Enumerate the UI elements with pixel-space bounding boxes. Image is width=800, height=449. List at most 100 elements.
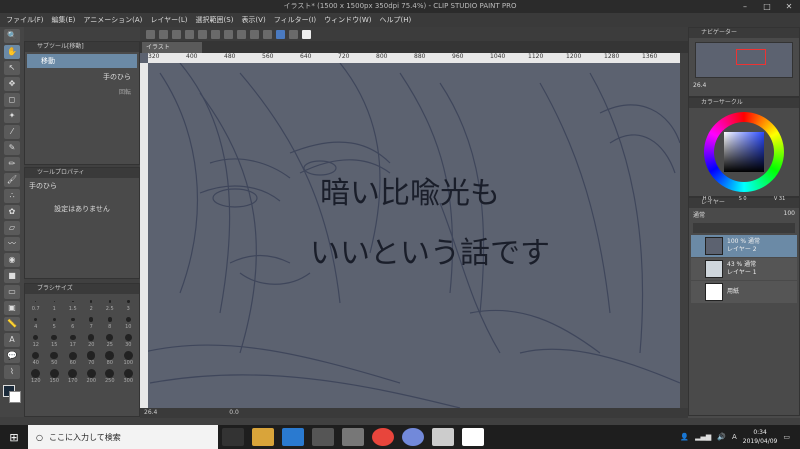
chrome-icon[interactable]: [372, 428, 394, 446]
hand-tool-icon[interactable]: ✋: [4, 45, 20, 59]
close-button[interactable]: ✕: [778, 0, 800, 13]
brush-tool-icon[interactable]: 🖌: [4, 173, 20, 187]
zoom-tool-icon[interactable]: 🔍: [4, 29, 20, 43]
brush-size-cell[interactable]: 60: [65, 351, 81, 366]
menu-view[interactable]: 表示(V): [241, 15, 265, 25]
itunes-icon[interactable]: [432, 428, 454, 446]
gradient-tool-icon[interactable]: ■: [4, 269, 20, 283]
brush-size-cell[interactable]: 300: [121, 369, 137, 384]
menu-file[interactable]: ファイル(F): [6, 15, 44, 25]
clip-studio-taskbar-icon[interactable]: [342, 428, 364, 446]
brush-size-cell[interactable]: 2: [84, 297, 100, 312]
layer-row[interactable]: 43 % 通常 レイヤー 1: [691, 258, 797, 280]
windows-start-icon[interactable]: ⊞: [0, 425, 28, 449]
decoration-tool-icon[interactable]: ✿: [4, 205, 20, 219]
brush-size-cell[interactable]: 7: [84, 315, 100, 330]
brush-size-cell[interactable]: 5: [47, 315, 63, 330]
people-icon[interactable]: 👤: [680, 433, 689, 441]
brush-size-cell[interactable]: 40: [28, 351, 44, 366]
pencil-tool-icon[interactable]: ✏: [4, 157, 20, 171]
figure-tool-icon[interactable]: ▭: [4, 285, 20, 299]
subtool-move[interactable]: 移動: [27, 54, 137, 68]
nav-zoom[interactable]: 26.4: [689, 82, 799, 89]
brush-size-cell[interactable]: 70: [84, 351, 100, 366]
eyedropper-tool-icon[interactable]: ⁄: [4, 125, 20, 139]
brush-size-cell[interactable]: 25: [102, 333, 118, 348]
menu-selection[interactable]: 選択範囲(S): [196, 15, 234, 25]
brush-size-cell[interactable]: 1.5: [65, 297, 81, 312]
brush-size-cell[interactable]: 1: [47, 297, 63, 312]
taskbar-search[interactable]: ○ ここに入力して検索: [28, 425, 218, 449]
task-view-icon[interactable]: [222, 428, 244, 446]
brush-size-cell[interactable]: 30: [121, 333, 137, 348]
snap-grid-icon[interactable]: [289, 29, 298, 39]
redo-icon[interactable]: [211, 29, 220, 39]
blend-tool-icon[interactable]: 〰: [4, 237, 20, 251]
taskbar-clock[interactable]: 0:34 2019/04/09: [743, 428, 778, 446]
transform-icon[interactable]: [237, 29, 246, 39]
balloon-tool-icon[interactable]: 💬: [4, 349, 20, 363]
brush-size-cell[interactable]: 50: [47, 351, 63, 366]
discord-icon[interactable]: [402, 428, 424, 446]
snap-ruler-icon[interactable]: [276, 29, 285, 39]
pen-tool-icon[interactable]: ✎: [4, 141, 20, 155]
opacity-value[interactable]: 100: [784, 210, 795, 219]
menu-help[interactable]: ヘルプ(H): [379, 15, 411, 25]
saturation-value-square[interactable]: [724, 132, 764, 172]
mail-icon[interactable]: [312, 428, 334, 446]
brush-size-cell[interactable]: 8: [102, 315, 118, 330]
selection-tool-icon[interactable]: ◻: [4, 93, 20, 107]
brush-size-cell[interactable]: 10: [121, 315, 137, 330]
blend-mode-select[interactable]: 通常: [693, 210, 705, 219]
fill-tool-icon[interactable]: ◉: [4, 253, 20, 267]
canvas-area[interactable]: 暗い比喩光も いいという話です: [140, 53, 680, 408]
brush-size-cell[interactable]: 6: [65, 315, 81, 330]
frame-tool-icon[interactable]: ▣: [4, 301, 20, 315]
operation-tool-icon[interactable]: ↖: [4, 61, 20, 75]
correct-line-tool-icon[interactable]: ⌇: [4, 365, 20, 379]
invert-selection-icon[interactable]: [263, 29, 272, 39]
brush-size-cell[interactable]: 120: [28, 369, 44, 384]
brush-size-cell[interactable]: 3: [121, 297, 137, 312]
eraser-tool-icon[interactable]: ▱: [4, 221, 20, 235]
menu-animation[interactable]: アニメーション(A): [83, 15, 142, 25]
ruler-tool-icon[interactable]: 📏: [4, 317, 20, 331]
brush-size-cell[interactable]: 20: [84, 333, 100, 348]
menu-layer[interactable]: レイヤー(L): [150, 15, 187, 25]
network-icon[interactable]: ▂▄▆: [695, 433, 711, 441]
new-file-icon[interactable]: [159, 29, 168, 39]
menu-filter[interactable]: フィルター(I): [274, 15, 316, 25]
subtool-hand[interactable]: 手のひら: [27, 70, 137, 84]
layer-row[interactable]: 用紙: [691, 281, 797, 303]
brush-size-cell[interactable]: 150: [47, 369, 63, 384]
airbrush-tool-icon[interactable]: ∴: [4, 189, 20, 203]
zoom-readout[interactable]: 26.4: [144, 409, 157, 416]
ime-indicator[interactable]: A: [732, 433, 737, 441]
clip-studio-icon[interactable]: [146, 29, 155, 39]
clip-studio-paint-icon[interactable]: [462, 428, 484, 446]
angle-readout[interactable]: 0.0: [229, 409, 239, 416]
notification-icon[interactable]: ▭: [783, 433, 790, 441]
auto-select-tool-icon[interactable]: ✦: [4, 109, 20, 123]
brush-size-cell[interactable]: 17: [65, 333, 81, 348]
minimize-button[interactable]: –: [734, 0, 756, 13]
brush-size-cell[interactable]: 15: [47, 333, 63, 348]
file-explorer-icon[interactable]: [252, 428, 274, 446]
subtool-rotate[interactable]: 回転: [27, 86, 137, 100]
canvas-tab[interactable]: イラスト: [142, 42, 202, 53]
brush-size-cell[interactable]: 170: [65, 369, 81, 384]
layer-row[interactable]: 100 % 通常 レイヤー 2: [691, 235, 797, 257]
navigator-preview[interactable]: [695, 42, 793, 78]
volume-icon[interactable]: 🔊: [717, 433, 726, 441]
brush-size-cell[interactable]: 4: [28, 315, 44, 330]
color-swatches[interactable]: [3, 385, 21, 403]
menu-window[interactable]: ウィンドウ(W): [324, 15, 371, 25]
brush-size-cell[interactable]: 200: [84, 369, 100, 384]
brush-size-cell[interactable]: 250: [102, 369, 118, 384]
maximize-button[interactable]: □: [756, 0, 778, 13]
brush-size-cell[interactable]: 2.5: [102, 297, 118, 312]
move-layer-tool-icon[interactable]: ✥: [4, 77, 20, 91]
clear-icon[interactable]: [224, 29, 233, 39]
brush-size-cell[interactable]: 80: [102, 351, 118, 366]
brush-size-cell[interactable]: 0.7: [28, 297, 44, 312]
